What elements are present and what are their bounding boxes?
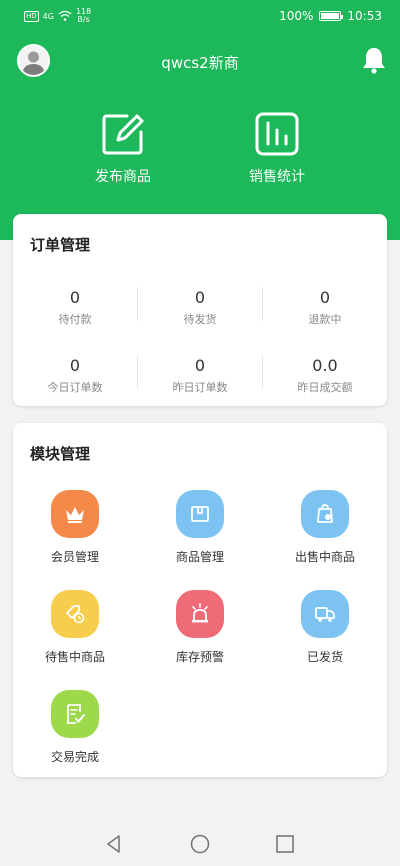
battery-percent: 100%: [279, 9, 314, 23]
stat-yesterday-revenue[interactable]: 0.0 昨日成交额: [263, 356, 387, 395]
module-icon-bg: [301, 490, 349, 538]
status-right: 100% 10:53: [279, 9, 382, 23]
quick-action-sales-stats-label: 销售统计: [249, 169, 305, 185]
truck-icon: [315, 607, 335, 622]
stat-today-orders[interactable]: 0 今日订单数: [13, 356, 137, 395]
module-label: 会员管理: [50, 550, 99, 564]
stat-value: 0: [69, 288, 81, 307]
stat-value: 0.0: [312, 356, 338, 375]
module-label: 交易完成: [50, 750, 99, 764]
edit-icon: [102, 114, 144, 155]
module-icon-bg: [301, 590, 349, 638]
status-left: HD 4G 118 B/s: [24, 8, 91, 24]
recents-icon[interactable]: [273, 832, 297, 856]
module-label: 商品管理: [175, 550, 224, 564]
shop-name: qwcs2新商: [161, 54, 239, 72]
home-icon[interactable]: [188, 832, 212, 856]
status-bar: HD 4G 118 B/s 100% 10:53: [0, 0, 400, 34]
stat-label: 待发货: [183, 313, 217, 326]
stat-label: 昨日订单数: [172, 381, 228, 394]
stat-value: 0: [69, 356, 81, 375]
stat-value: 0: [319, 288, 331, 307]
back-icon[interactable]: [102, 832, 126, 856]
network-speed: 118 B/s: [76, 8, 91, 24]
module-pending-sale-products[interactable]: 待售中商品: [13, 590, 137, 665]
wifi-icon: [58, 11, 72, 21]
module-label: 出售中商品: [294, 550, 355, 564]
header-area: HD 4G 118 B/s 100% 10:53 qwcs2新商 发布商品 销售…: [0, 0, 400, 240]
stat-value: 0: [194, 356, 206, 375]
network-badge: HD: [24, 10, 39, 22]
order-management-title: 订单管理: [30, 236, 91, 254]
module-product-management[interactable]: 商品管理: [138, 490, 262, 565]
module-label: 库存预警: [175, 650, 224, 664]
speed-unit: B/s: [77, 15, 90, 24]
stat-label: 昨日成交额: [297, 381, 353, 394]
module-transaction-complete[interactable]: 交易完成: [13, 690, 137, 765]
module-member-management[interactable]: 会员管理: [13, 490, 137, 565]
stat-label: 退款中: [308, 313, 342, 326]
bar-chart-icon: [255, 112, 299, 156]
module-management-title: 模块管理: [30, 445, 91, 463]
stat-label: 待付款: [58, 313, 92, 326]
alarm-icon: [192, 603, 208, 623]
stat-label: 今日订单数: [47, 381, 103, 394]
module-icon-bg: [51, 490, 99, 538]
bell-icon[interactable]: [361, 46, 387, 74]
module-icon-bg: [51, 690, 99, 738]
stat-refunding[interactable]: 0 退款中: [263, 288, 387, 327]
module-shipped[interactable]: 已发货: [263, 590, 387, 665]
box-icon: [191, 506, 209, 522]
module-on-sale-products[interactable]: 出售中商品: [263, 490, 387, 565]
stat-pending-shipment[interactable]: 0 待发货: [138, 288, 262, 327]
stat-yesterday-orders[interactable]: 0 昨日订单数: [138, 356, 262, 395]
tag-clock-icon: [66, 605, 85, 624]
module-icon-bg: [51, 590, 99, 638]
module-label: 待售中商品: [44, 650, 105, 664]
battery-icon: [319, 11, 344, 21]
module-stock-alert[interactable]: 库存预警: [138, 590, 262, 665]
quick-action-publish[interactable]: 发布商品: [63, 112, 183, 186]
stat-pending-payment[interactable]: 0 待付款: [13, 288, 137, 327]
signal-label: 4G: [42, 11, 54, 21]
order-management-card: 订单管理 0 待付款 0 待发货 0 退款中 0 今日订单数 0 昨日订单数 0…: [13, 214, 387, 406]
status-time: 10:53: [347, 9, 382, 23]
module-icon-bg: [176, 490, 224, 538]
module-management-card: 模块管理 会员管理 商品管理 出售中商品 待售中商品 库存预警 已发货 交易完成: [13, 423, 387, 777]
system-nav-bar: [0, 820, 400, 866]
bag-icon: [317, 504, 333, 523]
quick-action-publish-label: 发布商品: [95, 169, 151, 185]
stat-value: 0: [194, 288, 206, 307]
checklist-icon: [67, 704, 85, 724]
module-label: 已发货: [306, 650, 343, 664]
quick-action-sales-stats[interactable]: 销售统计: [217, 112, 337, 186]
module-icon-bg: [176, 590, 224, 638]
crown-icon: [66, 507, 84, 523]
